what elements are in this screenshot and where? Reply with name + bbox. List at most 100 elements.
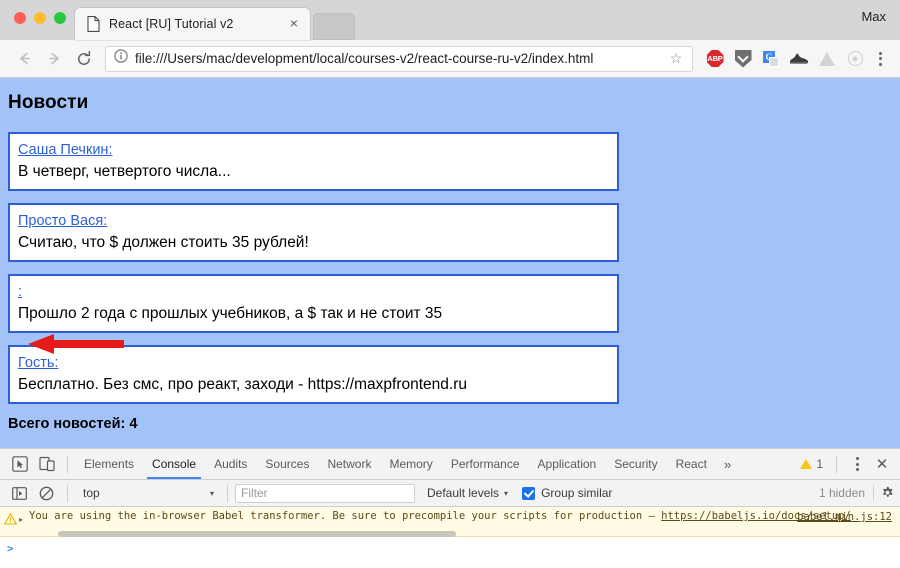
- close-window-button[interactable]: [14, 12, 26, 24]
- back-button[interactable]: [9, 44, 39, 74]
- profile-name[interactable]: Max: [861, 9, 886, 24]
- bookmark-star-icon[interactable]: ☆: [668, 50, 684, 67]
- chevron-down-icon: ▾: [209, 488, 214, 498]
- chrome-menu-button[interactable]: [869, 46, 891, 72]
- forward-button[interactable]: [39, 44, 69, 74]
- console-sidebar-icon[interactable]: [6, 480, 33, 506]
- filter-input[interactable]: [235, 483, 415, 503]
- address-bar-url: file:///Users/mac/development/local/cour…: [135, 51, 594, 66]
- tab-label: Application: [537, 457, 597, 471]
- execution-context-select[interactable]: top ▾: [75, 483, 220, 503]
- log-levels-label: Default levels: [427, 486, 500, 500]
- browser-tab[interactable]: React [RU] Tutorial v2 ×: [75, 8, 310, 40]
- console-message-text: You are using the in-browser Babel trans…: [29, 510, 892, 523]
- address-bar[interactable]: file:///Users/mac/development/local/cour…: [105, 45, 693, 72]
- chevron-down-icon: ▾: [504, 488, 509, 498]
- news-list: Саша Печкин: В четверг, четвертого числа…: [0, 132, 900, 404]
- console-horizontal-scrollbar[interactable]: [0, 531, 900, 538]
- warning-count-label: 1: [816, 457, 823, 471]
- group-similar-toggle[interactable]: Group similar: [522, 486, 612, 500]
- console-warning-message[interactable]: ▸ You are using the in-browser Babel tra…: [0, 507, 900, 537]
- tab-title: React [RU] Tutorial v2: [109, 17, 234, 31]
- devtools-tab-bar: Elements Console Audits Sources Network …: [0, 449, 900, 480]
- tab-react[interactable]: React: [667, 449, 716, 479]
- news-text: Считаю, что $ должен стоить 35 рублей!: [18, 234, 309, 251]
- page-viewport: Новости Саша Печкин: В четверг, четверто…: [0, 78, 900, 448]
- prompt-chevron-icon: >: [7, 542, 14, 555]
- group-similar-label: Group similar: [541, 486, 613, 500]
- tab-security[interactable]: Security: [605, 449, 666, 479]
- reload-button[interactable]: [69, 44, 99, 74]
- news-author-link[interactable]: Гость:: [18, 353, 58, 373]
- page-title: Новости: [8, 92, 89, 113]
- warning-triangle-icon: [800, 459, 813, 469]
- adblock-plus-label: ABP: [706, 50, 724, 67]
- tab-label: Sources: [265, 457, 310, 471]
- console-output: ▸ You are using the in-browser Babel tra…: [0, 507, 900, 568]
- tab-network[interactable]: Network: [318, 449, 380, 479]
- tab-console[interactable]: Console: [143, 449, 205, 479]
- tab-application[interactable]: Application: [529, 449, 606, 479]
- news-item: Просто Вася: Считаю, что $ должен стоить…: [8, 203, 619, 262]
- more-tabs-button[interactable]: »: [716, 449, 739, 479]
- news-item: Саша Печкин: В четверг, четвертого числа…: [8, 132, 619, 191]
- device-toolbar-icon[interactable]: [33, 451, 60, 477]
- execution-context-value: top: [83, 486, 100, 500]
- maximize-window-button[interactable]: [54, 12, 66, 24]
- close-tab-button[interactable]: ×: [286, 16, 302, 32]
- browser-window: React [RU] Tutorial v2 × Max file:///Use…: [0, 0, 900, 568]
- console-input-prompt[interactable]: >: [0, 537, 900, 556]
- scrollbar-thumb[interactable]: [58, 531, 456, 537]
- warning-triangle-icon: [3, 512, 18, 530]
- tab-memory[interactable]: Memory: [380, 449, 441, 479]
- clear-console-icon[interactable]: [33, 480, 60, 506]
- group-similar-checkbox[interactable]: [522, 486, 536, 500]
- warning-count-badge[interactable]: 1: [796, 457, 827, 471]
- new-tab-button[interactable]: [313, 13, 355, 40]
- adblock-plus-icon[interactable]: ABP: [701, 45, 729, 73]
- password-manager-shield-icon[interactable]: [729, 45, 757, 73]
- inspect-element-icon[interactable]: [6, 451, 33, 477]
- console-message-body: You are using the in-browser Babel trans…: [29, 510, 662, 522]
- tab-label: Performance: [450, 457, 520, 471]
- google-translate-icon[interactable]: G: [757, 45, 785, 73]
- news-text: Прошло 2 года с прошлых учебников, а $ т…: [18, 305, 443, 322]
- tab-label: Audits: [214, 457, 248, 471]
- devtools-menu-button[interactable]: [846, 451, 868, 477]
- tab-label: React: [675, 457, 707, 471]
- tab-label: Security: [614, 457, 658, 471]
- log-levels-select[interactable]: Default levels ▾: [427, 486, 508, 500]
- tab-sources[interactable]: Sources: [256, 449, 318, 479]
- window-controls: [14, 12, 66, 24]
- news-total-count: Всего новостей: 4: [8, 416, 138, 432]
- info-circle-icon[interactable]: [114, 49, 128, 68]
- browser-toolbar: file:///Users/mac/development/local/cour…: [0, 40, 900, 78]
- google-drive-icon[interactable]: [813, 45, 841, 73]
- news-item: Гость: Бесплатно. Без смс, про реакт, за…: [8, 345, 619, 404]
- minimize-window-button[interactable]: [34, 12, 46, 24]
- news-author-link[interactable]: Саша Печкин:: [18, 140, 112, 160]
- gear-icon[interactable]: [874, 481, 900, 505]
- tab-label: Memory: [389, 457, 433, 471]
- tab-strip: React [RU] Tutorial v2 × Max: [0, 0, 900, 40]
- sneaker-icon[interactable]: [785, 45, 813, 73]
- tab-label: Network: [327, 457, 372, 471]
- tab-label: Elements: [84, 457, 135, 471]
- empty-author-link[interactable]: :: [18, 282, 22, 302]
- news-author-link[interactable]: Просто Вася:: [18, 211, 107, 231]
- target-circle-icon[interactable]: [841, 45, 869, 73]
- tab-performance[interactable]: Performance: [442, 449, 529, 479]
- news-text: В четверг, четвертого числа...: [18, 163, 231, 180]
- tab-elements[interactable]: Elements: [75, 449, 143, 479]
- hidden-messages-count: 1 hidden: [818, 486, 865, 500]
- console-message-source[interactable]: babel.min.js:12: [797, 511, 892, 523]
- news-item: : Прошло 2 года с прошлых учебников, а $…: [8, 274, 619, 333]
- expand-message-icon[interactable]: ▸: [19, 513, 29, 526]
- console-filter-bar: top ▾ Default levels ▾ Group similar 1 h…: [0, 480, 900, 507]
- extension-icons: ABP G: [701, 45, 891, 73]
- tab-audits[interactable]: Audits: [205, 449, 256, 479]
- page-icon: [87, 16, 100, 32]
- news-text: Бесплатно. Без смс, про реакт, заходи - …: [18, 376, 467, 393]
- tab-label: Console: [152, 457, 197, 471]
- close-devtools-button[interactable]: ✕: [870, 452, 894, 476]
